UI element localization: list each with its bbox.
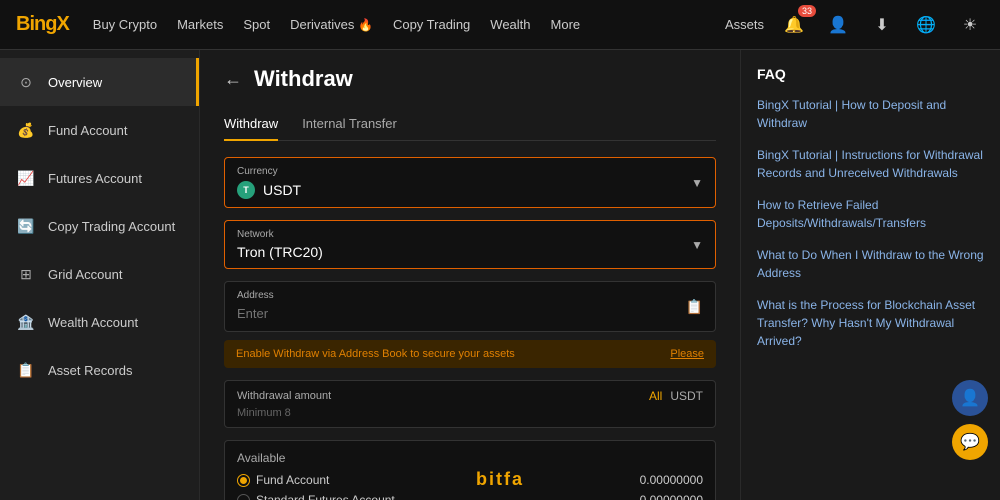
notification-badge: 33 <box>798 5 816 17</box>
network-dropdown-arrow: ▼ <box>691 238 703 252</box>
records-icon: 📋 <box>16 360 36 380</box>
nav-markets[interactable]: Markets <box>177 17 223 32</box>
address-label: Address <box>237 290 703 301</box>
account-fund-label: Fund Account <box>237 473 329 487</box>
fire-icon: 🔥 <box>358 18 373 32</box>
nav-links: Buy Crypto Markets Spot Derivatives 🔥 Co… <box>93 17 701 32</box>
assets-link[interactable]: Assets <box>725 17 764 32</box>
fab-container: 👤 💬 <box>952 380 988 460</box>
fab-user-button[interactable]: 👤 <box>952 380 988 416</box>
download-icon[interactable]: ⬇ <box>868 11 896 39</box>
sidebar-item-overview[interactable]: ⊙ Overview <box>0 58 199 106</box>
nav-right: Assets 🔔 33 👤 ⬇ 🌐 ☀ <box>725 11 984 39</box>
fab-chat-button[interactable]: 💬 <box>952 424 988 460</box>
warning-box: Enable Withdraw via Address Book to secu… <box>224 340 716 368</box>
network-dropdown[interactable]: Network Tron (TRC20) ▼ <box>224 220 716 269</box>
available-box: Available Fund Account 0.00000000 Standa… <box>224 440 716 500</box>
logo-x: X <box>56 13 68 35</box>
sidebar-label-wealth: Wealth Account <box>48 315 138 330</box>
sidebar-label-grid: Grid Account <box>48 267 122 282</box>
page-header: ← Withdraw <box>224 66 716 92</box>
sidebar-label-overview: Overview <box>48 75 102 90</box>
sidebar-item-copy-trading[interactable]: 🔄 Copy Trading Account <box>0 202 199 250</box>
nav-more[interactable]: More <box>551 17 581 32</box>
faq-item-5[interactable]: What is the Process for Blockchain Asset… <box>757 296 984 350</box>
wealth-icon: 🏦 <box>16 312 36 332</box>
network-value: Tron (TRC20) <box>237 244 703 260</box>
currency-dropdown-arrow: ▼ <box>691 176 703 190</box>
amount-label: Withdrawal amount <box>237 390 331 402</box>
amount-minimum: Minimum 8 <box>237 407 703 419</box>
amount-controls: All USDT <box>649 389 703 403</box>
sidebar-label-futures: Futures Account <box>48 171 142 186</box>
sidebar: ⊙ Overview 💰 Fund Account 📈 Futures Acco… <box>0 50 200 500</box>
address-field: Address 📋 <box>224 281 716 332</box>
notification-bell[interactable]: 🔔 33 <box>780 11 808 39</box>
main-content: ← Withdraw Withdraw Internal Transfer Cu… <box>200 50 740 500</box>
account-standard-label: Standard Futures Account <box>237 493 395 500</box>
currency-label: Currency <box>237 166 703 177</box>
tabs: Withdraw Internal Transfer <box>224 108 716 141</box>
address-input[interactable] <box>237 306 610 321</box>
globe-icon[interactable]: 🌐 <box>912 11 940 39</box>
currency-value: T USDT <box>237 181 703 199</box>
usdt-label: USDT <box>670 389 703 403</box>
faq-title: FAQ <box>757 66 984 82</box>
sidebar-label-records: Asset Records <box>48 363 133 378</box>
radio-standard <box>237 494 250 500</box>
sidebar-item-fund-account[interactable]: 💰 Fund Account <box>0 106 199 154</box>
account-row-fund[interactable]: Fund Account 0.00000000 <box>237 473 703 487</box>
address-book-icon[interactable]: 📋 <box>686 298 703 315</box>
network-label: Network <box>237 229 703 240</box>
main-layout: ⊙ Overview 💰 Fund Account 📈 Futures Acco… <box>0 50 1000 500</box>
futures-icon: 📈 <box>16 168 36 188</box>
withdrawal-amount-box: Withdrawal amount All USDT Minimum 8 <box>224 380 716 428</box>
faq-item-2[interactable]: BingX Tutorial | Instructions for Withdr… <box>757 146 984 182</box>
amount-header: Withdrawal amount All USDT <box>237 389 703 403</box>
account-fund-amount: 0.00000000 <box>640 473 703 487</box>
sidebar-item-asset-records[interactable]: 📋 Asset Records <box>0 346 199 394</box>
usdt-icon: T <box>237 181 255 199</box>
nav-spot[interactable]: Spot <box>243 17 270 32</box>
nav-derivatives[interactable]: Derivatives 🔥 <box>290 17 373 32</box>
warning-text: Enable Withdraw via Address Book to secu… <box>236 348 515 360</box>
faq-item-4[interactable]: What to Do When I Withdraw to the Wrong … <box>757 246 984 282</box>
theme-icon[interactable]: ☀ <box>956 11 984 39</box>
all-button[interactable]: All <box>649 389 662 403</box>
network-field-group: Network Tron (TRC20) ▼ <box>224 220 716 269</box>
faq-item-3[interactable]: How to Retrieve Failed Deposits/Withdraw… <box>757 196 984 232</box>
radio-fund <box>237 474 250 487</box>
currency-field-group: Currency T USDT ▼ <box>224 157 716 208</box>
sidebar-item-futures-account[interactable]: 📈 Futures Account <box>0 154 199 202</box>
logo[interactable]: BingX <box>16 13 69 36</box>
overview-icon: ⊙ <box>16 72 36 92</box>
sidebar-item-grid-account[interactable]: ⊞ Grid Account <box>0 250 199 298</box>
available-title: Available <box>237 451 703 465</box>
warning-link[interactable]: Please <box>670 348 704 360</box>
back-button[interactable]: ← <box>224 69 242 90</box>
currency-dropdown[interactable]: Currency T USDT ▼ <box>224 157 716 208</box>
sidebar-item-wealth-account[interactable]: 🏦 Wealth Account <box>0 298 199 346</box>
copy-trading-icon: 🔄 <box>16 216 36 236</box>
sidebar-label-fund: Fund Account <box>48 123 128 138</box>
account-standard-amount: 0.00000000 <box>640 493 703 500</box>
currency-text: USDT <box>263 182 301 198</box>
tab-internal-transfer[interactable]: Internal Transfer <box>302 108 397 141</box>
nav-copy-trading[interactable]: Copy Trading <box>393 17 470 32</box>
tab-withdraw[interactable]: Withdraw <box>224 108 278 141</box>
network-text: Tron (TRC20) <box>237 244 323 260</box>
grid-icon: ⊞ <box>16 264 36 284</box>
nav-buy-crypto[interactable]: Buy Crypto <box>93 17 157 32</box>
sidebar-label-copy: Copy Trading Account <box>48 219 175 234</box>
profile-icon[interactable]: 👤 <box>824 11 852 39</box>
page-title: Withdraw <box>254 66 353 92</box>
fund-icon: 💰 <box>16 120 36 140</box>
logo-bing: Bing <box>16 13 56 35</box>
faq-item-1[interactable]: BingX Tutorial | How to Deposit and With… <box>757 96 984 132</box>
top-navigation: BingX Buy Crypto Markets Spot Derivative… <box>0 0 1000 50</box>
account-row-standard[interactable]: Standard Futures Account 0.00000000 <box>237 493 703 500</box>
nav-wealth[interactable]: Wealth <box>490 17 530 32</box>
